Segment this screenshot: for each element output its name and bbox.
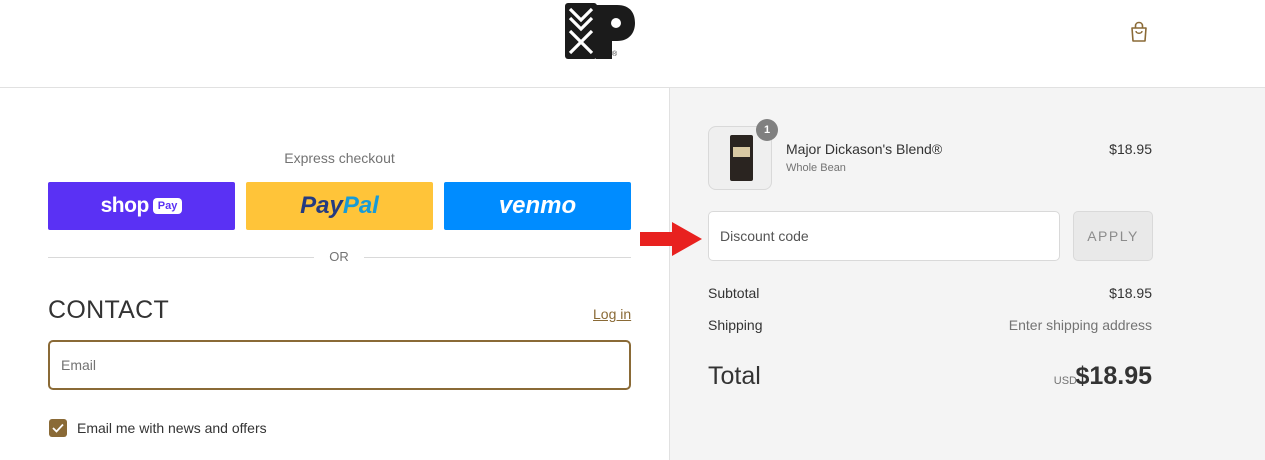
subtotal-label: Subtotal [708, 285, 760, 301]
shipping-label: Shipping [708, 317, 763, 333]
red-arrow-right-icon [640, 222, 702, 256]
email-field[interactable] [48, 340, 631, 390]
shipping-value: Enter shipping address [1008, 317, 1152, 333]
quantity-badge: 1 [756, 119, 778, 141]
product-price: $18.95 [1109, 141, 1152, 157]
paypal-word-pay: Pay [300, 192, 343, 219]
newsletter-checkbox[interactable] [49, 419, 67, 437]
total-value: $18.95 [1075, 362, 1152, 390]
brand-monogram-icon[interactable] [565, 3, 637, 61]
venmo-button[interactable]: venmo [444, 182, 631, 230]
header: ® [0, 0, 1265, 88]
shop-pay-pill: Pay [152, 198, 183, 214]
checkout-main: Express checkout shop Pay Pay Pal venmo O… [0, 88, 669, 460]
contact-heading: CONTACT [48, 296, 170, 324]
checkmark-icon [52, 423, 64, 433]
coffee-bag-label [733, 147, 750, 157]
venmo-word: venmo [498, 192, 577, 219]
paypal-word-pal: Pal [342, 192, 379, 219]
divider-left [48, 257, 314, 258]
product-variant: Whole Bean [786, 162, 846, 174]
shop-pay-word: shop [100, 194, 150, 217]
product-name: Major Dickason's Blend® [786, 141, 943, 157]
express-checkout-label: Express checkout [284, 150, 395, 166]
divider-or-text: OR [329, 249, 349, 264]
registered-mark: ® [612, 51, 618, 58]
coffee-bag-image [730, 135, 753, 181]
newsletter-label: Email me with news and offers [77, 420, 267, 436]
order-summary: 1 Major Dickason's Blend® Whole Bean $18… [669, 88, 1265, 460]
apply-discount-button[interactable]: APPLY [1073, 211, 1153, 261]
total-currency: USD [1053, 375, 1077, 387]
divider-right [364, 257, 631, 258]
paypal-button[interactable]: Pay Pal [246, 182, 433, 230]
shopping-bag-icon[interactable] [1129, 21, 1149, 43]
discount-code-field[interactable] [708, 211, 1060, 261]
shop-pay-button[interactable]: shop Pay [48, 182, 235, 230]
subtotal-value: $18.95 [1109, 285, 1152, 301]
login-link[interactable]: Log in [593, 306, 631, 322]
total-label: Total [708, 362, 761, 390]
